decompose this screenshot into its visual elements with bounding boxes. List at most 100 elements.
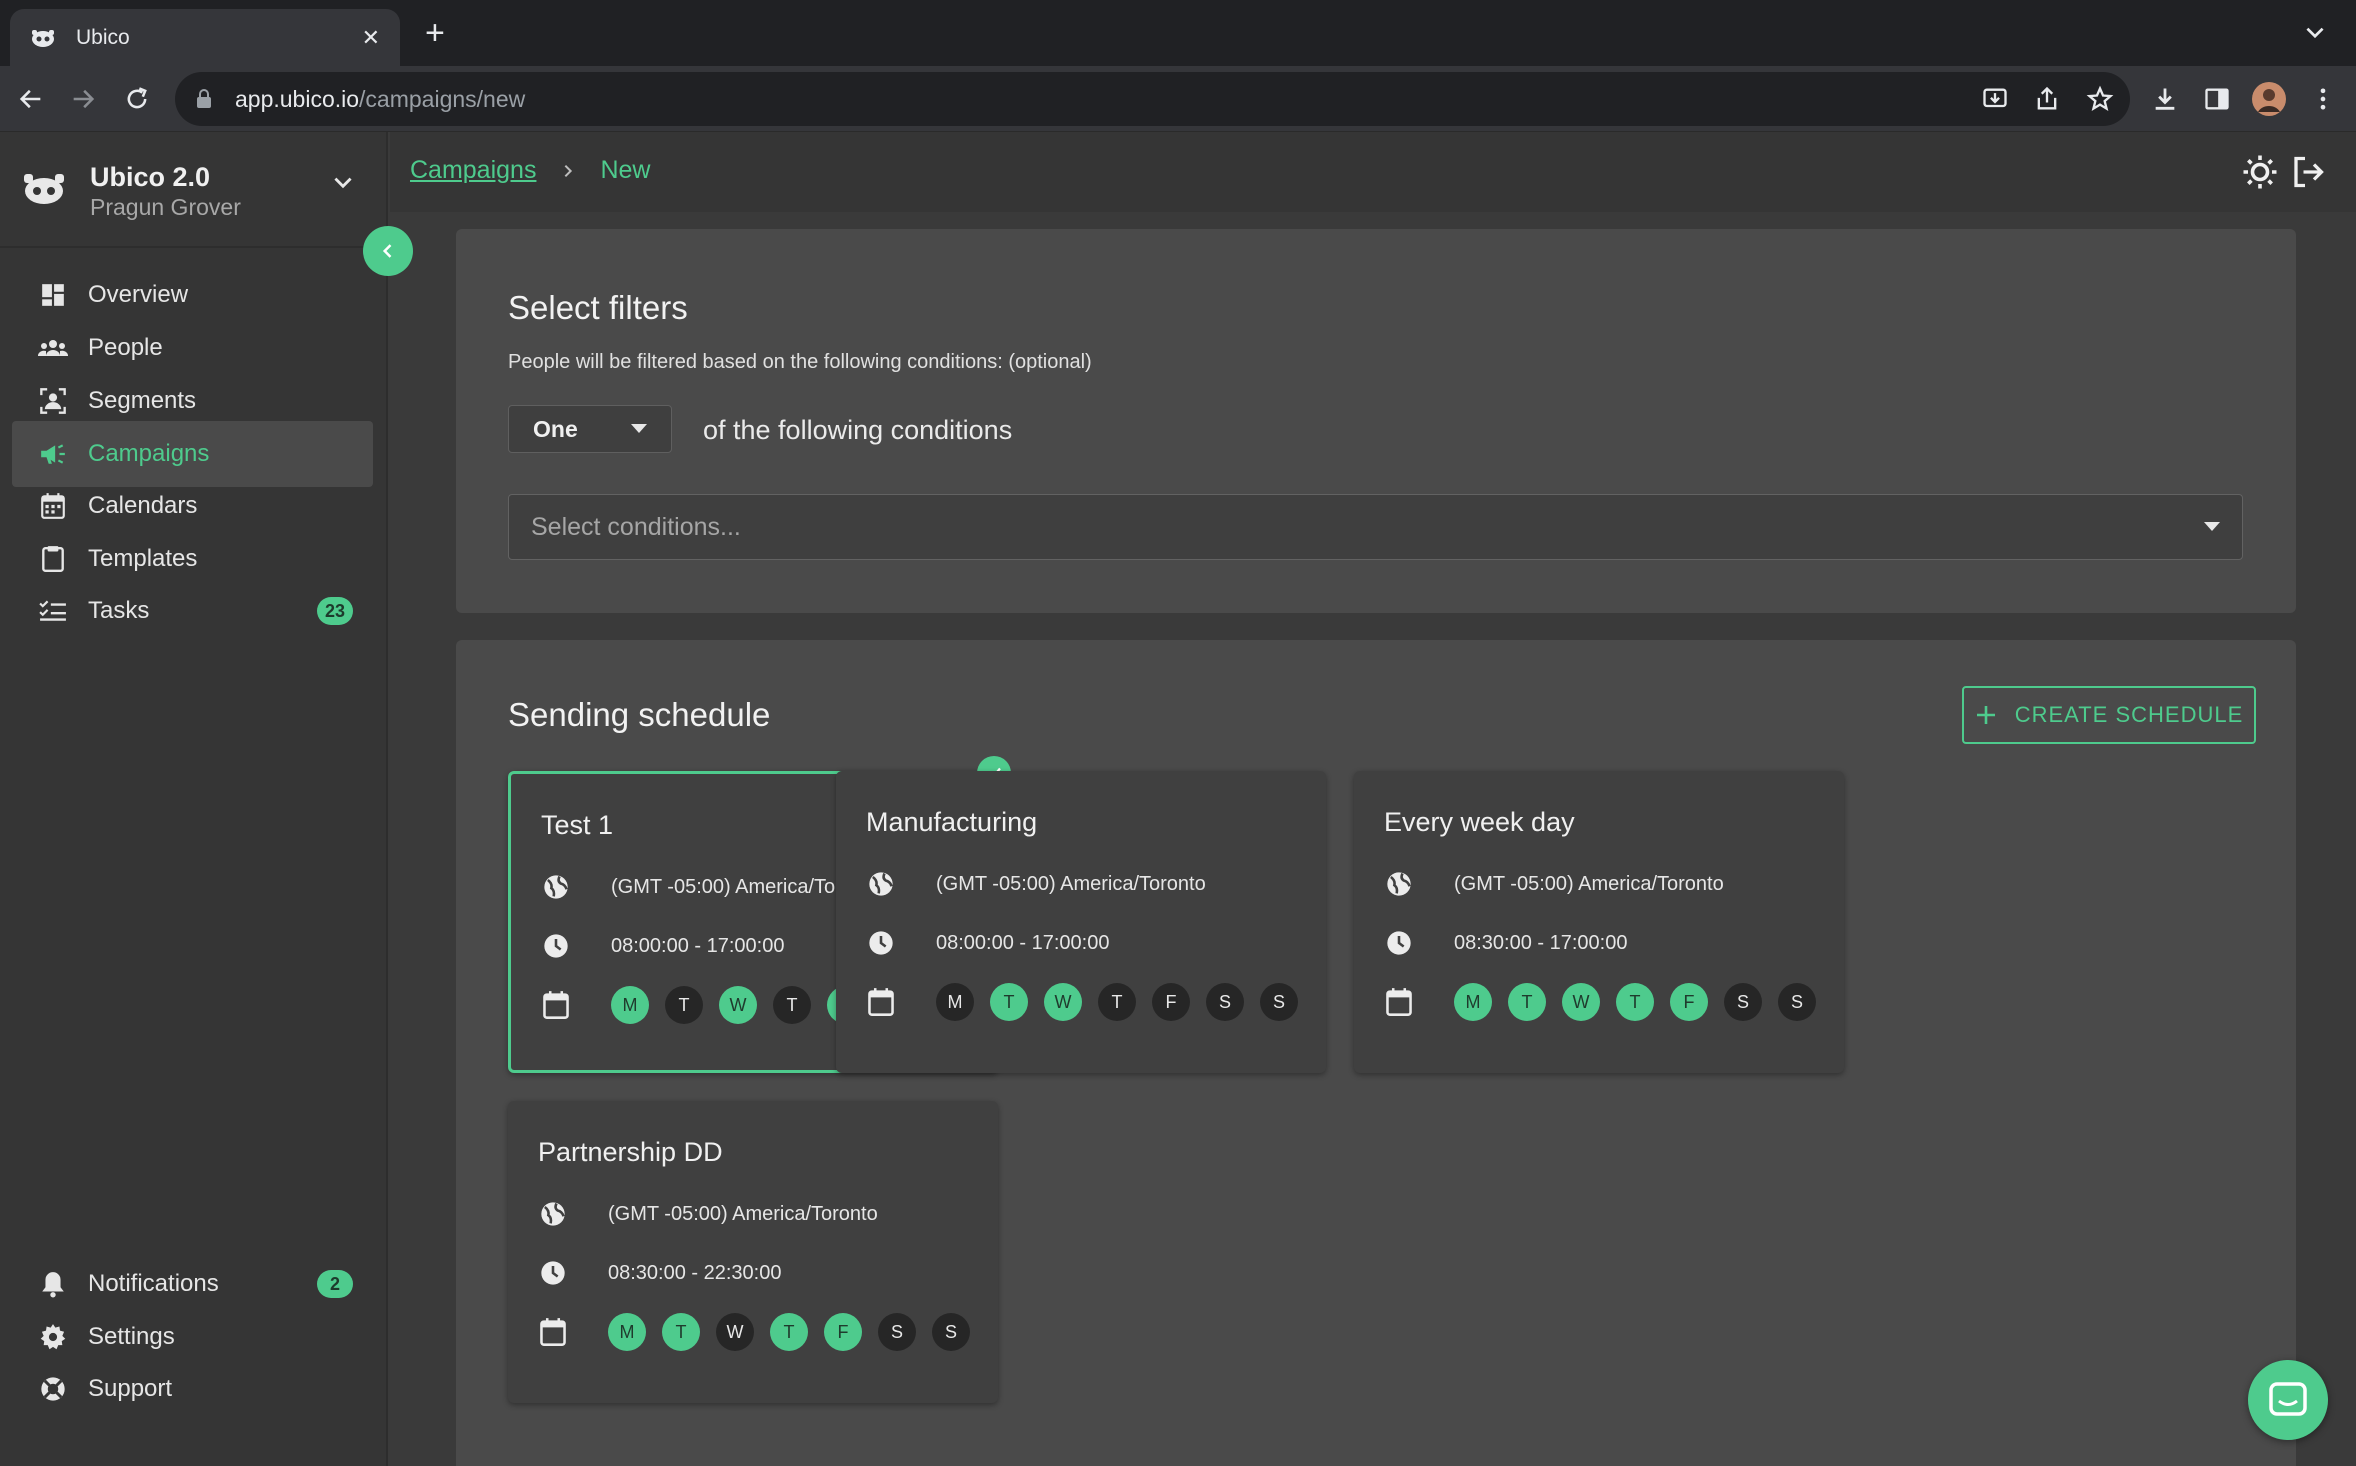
day-chip[interactable]: W [716,1313,754,1351]
match-type-value: One [533,415,578,442]
dashboard-icon [38,280,68,310]
url-path: /campaigns/new [359,85,526,112]
back-icon[interactable] [14,82,48,116]
sidebar-item-support[interactable]: Support [12,1356,373,1422]
sidebar-item-label: Settings [88,1323,175,1350]
schedule-timezone-row: (GMT -05:00) America/Toronto [538,1199,878,1229]
day-chip[interactable]: F [1152,983,1190,1021]
address-bar[interactable]: app.ubico.io/campaigns/new [175,72,2130,126]
sidebar-item-tasks[interactable]: Tasks 23 [12,578,373,644]
calendar-icon [538,1317,568,1347]
schedule-hours: 08:00:00 - 17:00:00 [611,934,785,957]
breadcrumb: Campaigns New [410,156,650,185]
sidebar-item-label: Notifications [88,1270,219,1297]
create-schedule-button[interactable]: CREATE SCHEDULE [1962,686,2256,744]
day-chip[interactable]: T [665,986,703,1024]
logout-icon[interactable] [2290,154,2326,190]
day-chip[interactable]: S [932,1313,970,1351]
downloads-icon[interactable] [2148,82,2182,116]
collapse-sidebar-button[interactable] [363,226,413,276]
day-chip[interactable]: W [1562,983,1600,1021]
lifebuoy-icon [38,1374,68,1404]
reload-icon[interactable] [120,82,154,116]
day-chip[interactable]: F [824,1313,862,1351]
tab-search-chevron-icon[interactable] [2302,20,2328,46]
day-chip[interactable]: F [1670,983,1708,1021]
main-content: Select filters People will be filtered b… [390,212,2356,1466]
day-chip[interactable]: T [1508,983,1546,1021]
segments-icon [38,386,68,416]
clock-icon [1384,928,1414,958]
day-chip[interactable]: S [1260,983,1298,1021]
filters-title: Select filters [508,289,688,326]
day-chip[interactable]: S [878,1313,916,1351]
schedule-card-every-week-day[interactable]: Every week day (GMT -05:00) America/Toro… [1354,771,1844,1073]
gear-icon [38,1322,68,1352]
new-tab-icon[interactable]: + [425,14,445,52]
day-chip[interactable]: T [773,986,811,1024]
schedule-days-row: M T W T F S S [1384,983,1832,1021]
chat-icon [2269,1382,2307,1416]
day-chip[interactable]: T [990,983,1028,1021]
globe-icon [866,869,896,899]
chat-support-button[interactable] [2248,1360,2328,1440]
day-chip[interactable]: M [611,986,649,1024]
install-app-icon[interactable] [1978,82,2012,116]
side-panel-icon[interactable] [2200,82,2234,116]
schedule-name: Test 1 [541,810,614,840]
schedule-card-partnership-dd[interactable]: Partnership DD (GMT -05:00) America/Toro… [508,1101,998,1403]
bookmark-star-icon[interactable] [2083,82,2117,116]
day-chip[interactable]: M [936,983,974,1021]
calendar-icon [38,491,68,521]
day-chip[interactable]: T [1098,983,1136,1021]
globe-icon [1384,869,1414,899]
schedule-timezone-row: (GMT -05:00) America/Toronto [866,869,1206,899]
calendar-icon [866,987,896,1017]
breadcrumb-campaigns-link[interactable]: Campaigns [410,156,536,185]
match-type-select[interactable]: One [508,405,672,453]
chevron-down-icon[interactable] [330,170,356,196]
megaphone-icon [38,439,68,469]
day-chip[interactable]: T [662,1313,700,1351]
day-chip[interactable]: T [1616,983,1654,1021]
browser-tab[interactable]: Ubico ✕ [10,9,400,66]
tab-title: Ubico [76,25,130,49]
conditions-select[interactable]: Select conditions... [508,494,2243,560]
clipboard-icon [38,544,68,574]
clock-icon [866,928,896,958]
day-chip[interactable]: M [608,1313,646,1351]
day-chip[interactable]: W [719,986,757,1024]
share-icon[interactable] [2030,82,2064,116]
app-header: Campaigns New [390,132,2356,212]
filters-subtitle: People will be filtered based on the fol… [508,351,1092,373]
theme-toggle-icon[interactable] [2242,154,2278,190]
browser-menu-icon[interactable] [2306,82,2340,116]
workspace-switcher[interactable]: Ubico 2.0 Pragun Grover [0,132,388,248]
chevron-right-icon [565,164,573,177]
sidebar-item-label: Overview [88,281,189,308]
schedule-title: Sending schedule [508,696,771,733]
day-chip[interactable]: S [1724,983,1762,1021]
schedule-days-row: M T W T F S S [538,1313,986,1351]
day-chip[interactable]: S [1206,983,1244,1021]
calendar-icon [541,990,571,1020]
forward-icon[interactable] [66,82,100,116]
caret-down-icon [631,424,647,433]
schedule-hours-row: 08:00:00 - 17:00:00 [541,931,784,961]
filters-card: Select filters People will be filtered b… [456,229,2296,613]
day-chip[interactable]: T [770,1313,808,1351]
day-chip[interactable]: S [1778,983,1816,1021]
schedule-card-manufacturing[interactable]: Manufacturing (GMT -05:00) America/Toron… [836,771,1326,1073]
tab-close-icon[interactable]: ✕ [362,25,380,51]
checklist-icon [38,596,68,626]
browser-toolbar: app.ubico.io/campaigns/new [0,66,2356,132]
conditions-placeholder: Select conditions... [531,512,741,541]
create-schedule-label: CREATE SCHEDULE [2014,702,2244,727]
ubico-logo-icon [24,174,64,204]
day-chip[interactable]: W [1044,983,1082,1021]
day-chip[interactable]: M [1454,983,1492,1021]
profile-avatar[interactable] [2252,82,2286,116]
sidebar-item-label: People [88,334,163,361]
clock-icon [541,931,571,961]
lock-icon [197,89,211,108]
